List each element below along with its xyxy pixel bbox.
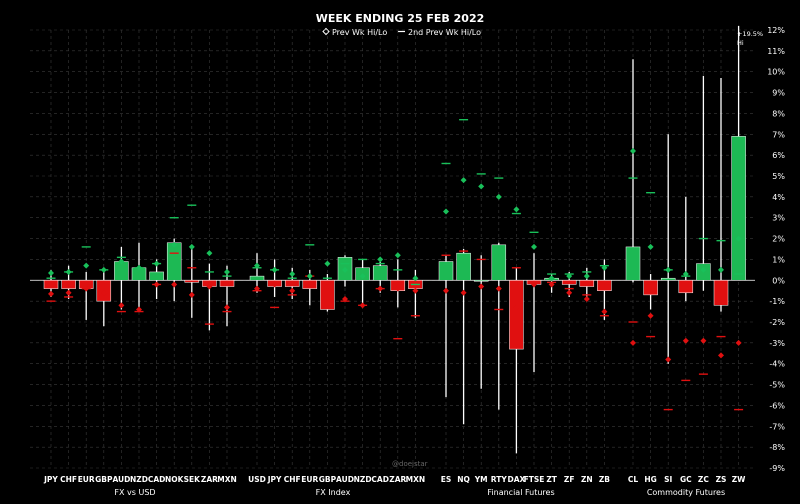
category-label-ZAR: ZAR [201,475,218,484]
category-label-ZT: ZT [546,475,557,484]
category-label-ZAR: ZAR [389,475,406,484]
y-tick-label: -1% [769,297,785,306]
category-label-ZW: ZW [732,475,746,484]
category-label-NQ: NQ [457,475,470,484]
y-tick-label: 2% [772,235,785,244]
y-tick-label: -9% [769,464,785,473]
y-tick-label: -8% [769,443,785,452]
category-label-HG: HG [644,475,656,484]
category-label-RTY: RTY [491,475,508,484]
category-label-CHF: CHF [284,475,301,484]
body-USD [249,275,265,281]
body-ES [438,261,454,281]
category-label-JPY: JPY [43,475,58,484]
y-tick-label: 8% [772,109,785,118]
y-tick-label: 3% [772,214,785,223]
body-ZW [731,136,746,281]
category-label-NZD: NZD [130,475,148,484]
y-tick-label: 11% [767,47,785,56]
y-tick-label: 10% [767,68,785,77]
legend-prev-week-label: Prev Wk Hi/Lo [332,28,387,37]
y-tick-label: -5% [769,381,785,390]
category-label-NZD: NZD [354,475,372,484]
category-label-SEK: SEK [184,475,202,484]
body-SI [660,277,676,281]
chart-background [0,0,800,504]
legend-2nd-prev-week-label: 2nd Prev Wk Hi/Lo [408,28,481,37]
category-label-SI: SI [664,475,672,484]
y-tick-label: 12% [767,26,785,35]
category-label-CAD: CAD [148,475,166,484]
body-CAD [149,271,164,281]
body-CHF [284,280,300,287]
group-label: FX Index [316,488,351,497]
category-label-JPY: JPY [267,475,282,484]
y-tick-label: 6% [772,151,785,160]
chart-title: WEEK ENDING 25 FEB 2022 [316,12,485,25]
body-ZF [561,280,577,285]
category-label-GBP: GBP [319,475,337,484]
annotation-line-2: Hi [737,39,744,47]
body-RTY [491,244,507,281]
y-tick-label: -7% [769,422,785,431]
category-label-YM: YM [474,475,488,484]
body-DAX [509,280,524,350]
group-label: FX vs USD [114,488,155,497]
body-YM [473,280,489,282]
category-label-GC: GC [680,475,692,484]
y-tick-label: -4% [769,360,785,369]
body-ZS [713,280,729,306]
y-tick-label: 0% [772,276,785,285]
category-label-ZB: ZB [599,475,610,484]
group-label: Financial Futures [487,488,554,497]
y-tick-label: 7% [772,130,785,139]
y-tick-label: 1% [772,255,785,264]
body-GC [678,280,694,294]
range-chart: WEEK ENDING 25 FEB 2022 Prev Wk Hi/Lo 2n… [0,0,800,504]
y-tick-label: 5% [772,172,785,181]
category-label-CHF: CHF [60,475,77,484]
body-HG [643,280,658,296]
category-label-CAD: CAD [371,475,389,484]
y-tick-label: -3% [769,339,785,348]
body-CHF [61,280,76,289]
category-label-USD: USD [248,475,266,484]
category-label-ZF: ZF [564,475,575,484]
category-label-FTSE: FTSE [524,475,545,484]
y-tick-label: -6% [769,401,785,410]
body-NOK [166,242,182,281]
body-SEK [184,280,200,283]
watermark: @doejstar [392,460,428,468]
body-NQ [456,252,471,281]
category-label-ES: ES [441,475,452,484]
category-label-AUD: AUD [112,475,130,484]
y-tick-label: 9% [772,89,785,98]
category-label-GBP: GBP [95,475,113,484]
body-ZN [579,280,595,287]
body-ZB [597,280,612,291]
group-label: Commodity Futures [647,488,725,497]
category-label-AUD: AUD [336,475,354,484]
category-label-EUR: EUR [301,475,318,484]
category-label-MXN: MXN [406,475,426,484]
category-label-ZS: ZS [716,475,727,484]
y-tick-label: -2% [769,318,785,327]
annotation-line-1: +19.5% [737,30,763,38]
y-tick-label: 4% [772,193,785,202]
body-JPY [43,280,59,289]
category-label-MXN: MXN [217,475,237,484]
body-CL [625,246,641,281]
body-CAD [372,265,388,281]
category-label-ZC: ZC [698,475,709,484]
body-MXN [219,280,235,287]
category-label-EUR: EUR [78,475,95,484]
category-label-NOK: NOK [165,475,185,484]
category-label-CL: CL [628,475,639,484]
category-label-ZN: ZN [581,475,593,484]
